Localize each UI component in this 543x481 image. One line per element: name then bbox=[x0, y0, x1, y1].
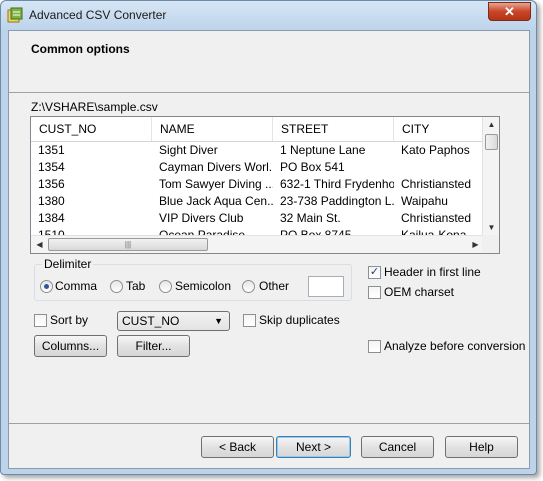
delimiter-group-label: Delimiter bbox=[42, 257, 94, 271]
skip-duplicates-checkbox[interactable] bbox=[243, 314, 256, 327]
analyze-label[interactable]: Analyze before conversion bbox=[384, 339, 525, 353]
table-row[interactable]: 1510 Ocean Paradise PO Box 8745 Kailua-K… bbox=[31, 227, 484, 235]
horizontal-scrollbar[interactable]: ◀ ||| ▶ bbox=[31, 235, 484, 253]
grid-body: 1351 Sight Diver 1 Neptune Lane Kato Pap… bbox=[31, 142, 484, 235]
cell-street: 1 Neptune Lane bbox=[280, 143, 366, 157]
sort-by-label[interactable]: Sort by bbox=[50, 313, 88, 327]
cell-street: PO Box 8745 bbox=[280, 228, 352, 235]
cell-name: Cayman Divers Worl... bbox=[159, 160, 273, 174]
preview-grid[interactable]: CUST_NO NAME STREET CITY 1351 Sight Dive… bbox=[30, 116, 500, 254]
scroll-left-icon[interactable]: ◀ bbox=[31, 240, 48, 249]
cell-cust-no: 1354 bbox=[38, 160, 65, 174]
columns-button[interactable]: Columns... bbox=[34, 335, 107, 357]
cell-street: 23-738 Paddington L... bbox=[280, 194, 394, 208]
page-title: Common options bbox=[31, 42, 130, 56]
sort-by-value: CUST_NO bbox=[122, 314, 180, 328]
close-icon: ✕ bbox=[504, 4, 515, 19]
cell-cust-no: 1510 bbox=[38, 228, 65, 235]
file-path-label: Z:\VSHARE\sample.csv bbox=[31, 100, 158, 114]
column-header-city[interactable]: CITY bbox=[394, 117, 484, 141]
oem-charset-checkbox[interactable] bbox=[368, 286, 381, 299]
cell-cust-no: 1384 bbox=[38, 211, 65, 225]
grid-header: CUST_NO NAME STREET CITY bbox=[31, 117, 484, 142]
cell-city: Kato Paphos bbox=[401, 143, 470, 157]
chevron-down-icon: ▼ bbox=[214, 316, 223, 326]
skip-duplicates-label[interactable]: Skip duplicates bbox=[259, 313, 340, 327]
scrollbar-corner bbox=[482, 235, 499, 253]
cell-cust-no: 1351 bbox=[38, 143, 65, 157]
analyze-checkbox[interactable] bbox=[368, 340, 381, 353]
cell-cust-no: 1356 bbox=[38, 177, 65, 191]
column-header-street[interactable]: STREET bbox=[273, 117, 394, 141]
cancel-button[interactable]: Cancel bbox=[361, 436, 434, 458]
radio-tab[interactable] bbox=[110, 280, 123, 293]
cell-street: 632-1 Third Frydenhoj bbox=[280, 177, 394, 191]
cell-city: Kailua-Kona bbox=[401, 228, 467, 235]
cell-city: Waipahu bbox=[401, 194, 448, 208]
radio-semicolon-label[interactable]: Semicolon bbox=[175, 279, 231, 293]
scroll-down-icon[interactable]: ▼ bbox=[483, 223, 499, 232]
main-window: Advanced CSV Converter ✕ Common options … bbox=[0, 0, 537, 475]
radio-tab-label[interactable]: Tab bbox=[126, 279, 145, 293]
column-header-name[interactable]: NAME bbox=[152, 117, 273, 141]
scroll-up-icon[interactable]: ▲ bbox=[483, 120, 499, 129]
wizard-client-area: Common options Z:\VSHARE\sample.csv CUST… bbox=[8, 30, 530, 469]
header-first-line-label[interactable]: Header in first line bbox=[384, 265, 481, 279]
cell-name: Ocean Paradise bbox=[159, 228, 246, 235]
table-row[interactable]: 1356 Tom Sawyer Diving ... 632-1 Third F… bbox=[31, 176, 484, 193]
header-first-line-checkbox[interactable]: ✓ bbox=[368, 266, 381, 279]
cell-street: 32 Main St. bbox=[280, 211, 341, 225]
oem-charset-label[interactable]: OEM charset bbox=[384, 285, 454, 299]
close-button[interactable]: ✕ bbox=[488, 2, 531, 21]
filter-button[interactable]: Filter... bbox=[117, 335, 190, 357]
vertical-scroll-thumb[interactable] bbox=[485, 134, 498, 150]
app-icon bbox=[7, 7, 23, 23]
title-bar[interactable]: Advanced CSV Converter ✕ bbox=[1, 1, 536, 31]
table-row[interactable]: 1354 Cayman Divers Worl... PO Box 541 bbox=[31, 159, 484, 176]
radio-other-label[interactable]: Other bbox=[259, 279, 289, 293]
other-delimiter-input[interactable] bbox=[308, 276, 344, 297]
window-title: Advanced CSV Converter bbox=[29, 8, 167, 22]
sort-by-checkbox[interactable] bbox=[34, 314, 47, 327]
cell-city: Christiansted bbox=[401, 211, 472, 225]
horizontal-scroll-thumb[interactable]: ||| bbox=[48, 238, 208, 251]
cell-name: Blue Jack Aqua Cen... bbox=[159, 194, 273, 208]
cell-city bbox=[394, 159, 484, 176]
vertical-scrollbar[interactable]: ▲ ▼ bbox=[482, 117, 499, 235]
cell-cust-no: 1380 bbox=[38, 194, 65, 208]
radio-comma[interactable] bbox=[40, 280, 53, 293]
radio-other[interactable] bbox=[242, 280, 255, 293]
cell-street: PO Box 541 bbox=[280, 160, 345, 174]
column-header-cust-no[interactable]: CUST_NO bbox=[31, 117, 152, 141]
table-row[interactable]: 1384 VIP Divers Club 32 Main St. Christi… bbox=[31, 210, 484, 227]
cell-name: VIP Divers Club bbox=[159, 211, 244, 225]
cell-name: Sight Diver bbox=[159, 143, 218, 157]
table-row[interactable]: 1380 Blue Jack Aqua Cen... 23-738 Paddin… bbox=[31, 193, 484, 210]
back-button[interactable]: < Back bbox=[201, 436, 274, 458]
next-button[interactable]: Next > bbox=[276, 436, 351, 458]
help-button[interactable]: Help bbox=[445, 436, 518, 458]
header-panel: Common options bbox=[9, 31, 529, 93]
radio-semicolon[interactable] bbox=[159, 280, 172, 293]
radio-comma-label[interactable]: Comma bbox=[55, 279, 97, 293]
footer-divider bbox=[9, 423, 529, 424]
cell-name: Tom Sawyer Diving ... bbox=[159, 177, 273, 191]
table-row[interactable]: 1351 Sight Diver 1 Neptune Lane Kato Pap… bbox=[31, 142, 484, 159]
cell-city: Christiansted bbox=[401, 177, 472, 191]
sort-by-dropdown[interactable]: CUST_NO ▼ bbox=[117, 311, 230, 331]
